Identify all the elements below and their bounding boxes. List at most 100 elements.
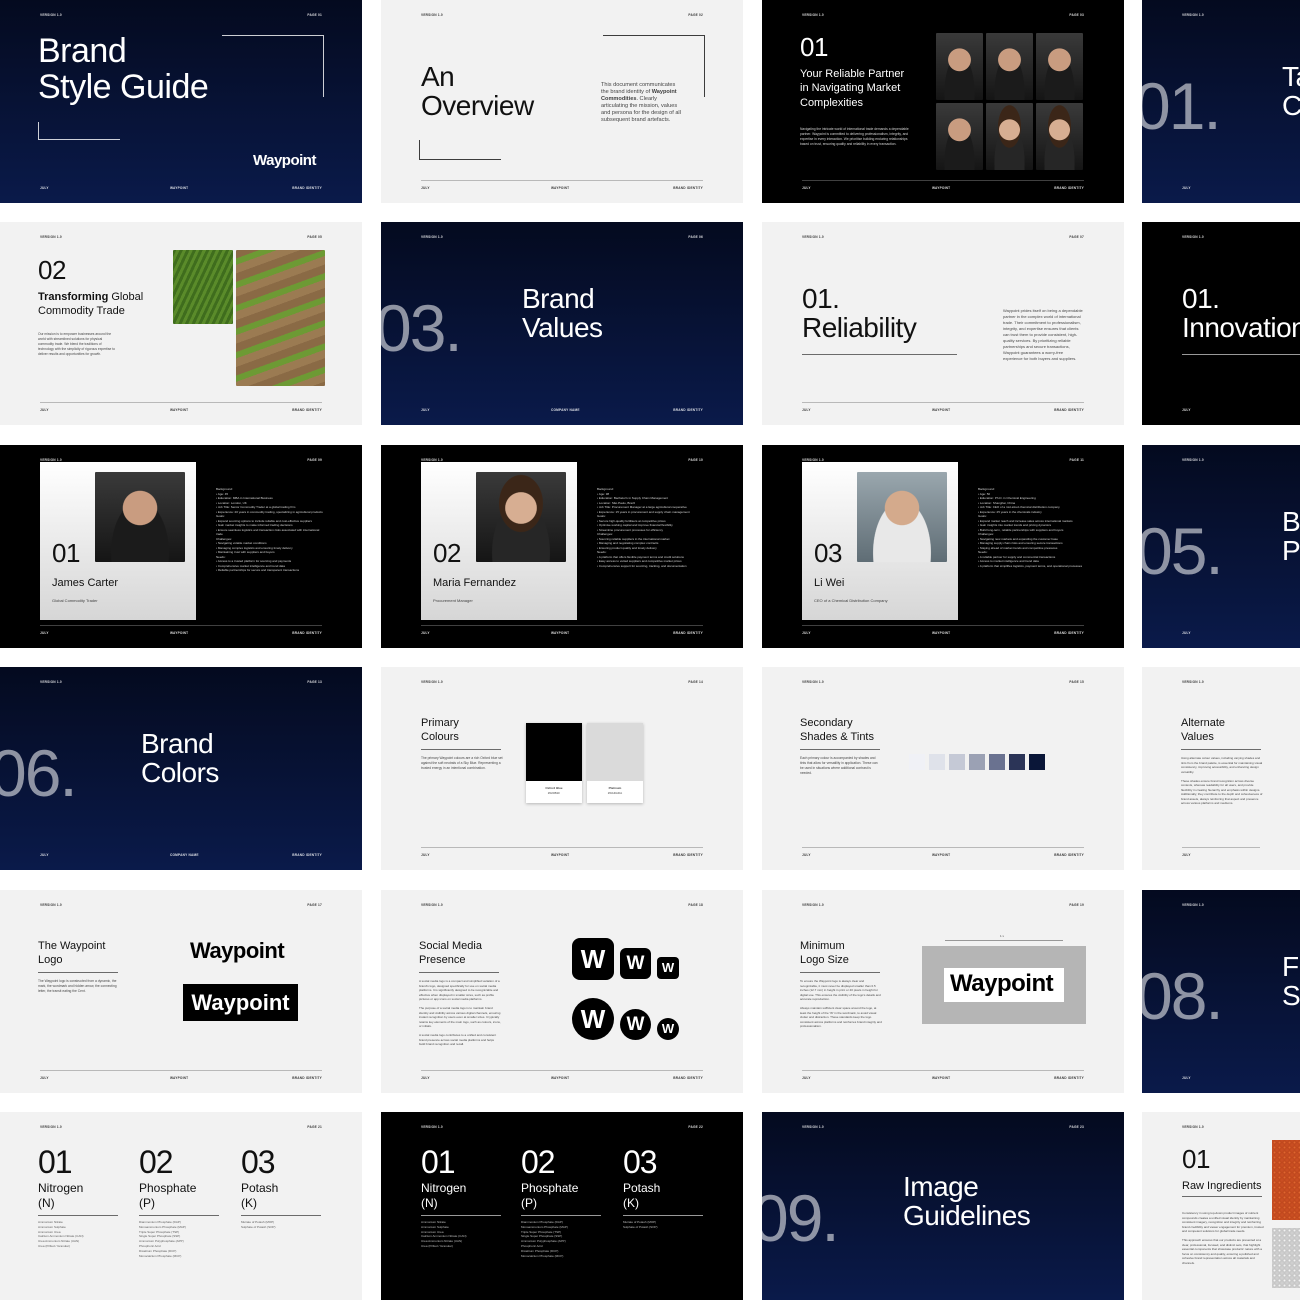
cover-title: Brand Style Guide: [38, 32, 209, 106]
slide-fertilisers-dark[interactable]: VERSION 1.0 PAGE 22 01 Nitrogen (N) Ammo…: [381, 1112, 743, 1300]
section-title: Brand Values: [522, 283, 603, 344]
persona-number: 01: [52, 538, 80, 568]
social-icon-square-small: W: [657, 957, 679, 979]
waypoint-logo: Waypoint: [253, 152, 316, 169]
ingredient-body: Consistency in using top-down product im…: [1182, 1211, 1264, 1265]
swatch-platinum: Platinum #DADADA: [587, 723, 643, 803]
shades-title: Secondary Shades & Tints: [800, 717, 874, 744]
overview-title: An Overview: [421, 61, 534, 122]
persona-photo: [95, 472, 185, 562]
footer-brand: WAYPOINT: [170, 408, 189, 412]
footer-section: BRAND IDENTITY: [1054, 1076, 1084, 1080]
tint-swatch: [949, 754, 965, 770]
footer-brand: WAYPOINT: [170, 186, 189, 190]
section-title: Ta C: [1282, 61, 1300, 122]
section-title: F S: [1282, 951, 1300, 1012]
tint-swatch: [929, 754, 945, 770]
team-photo-3: [1036, 33, 1083, 100]
page-number: PAGE 13: [307, 680, 322, 684]
waypoint-logo-inverse: Waypoint: [183, 984, 298, 1021]
value-title: 01. Innovation: [1182, 283, 1300, 344]
footer-month: JULY: [40, 853, 49, 857]
persona-number: 02: [433, 538, 461, 568]
slide-image-guidelines[interactable]: VERSION 1.0 PAGE 23 09. Image Guidelines: [762, 1112, 1124, 1300]
slide-partial-8[interactable]: VERSION 1.0 01. Innovation JULY: [1142, 222, 1300, 425]
footer-brand: WAYPOINT: [932, 1076, 951, 1080]
style-guide-grid: VERSION 1.0 PAGE 01 Brand Style Guide Wa…: [0, 0, 1300, 1300]
slide-raw-ingredients[interactable]: VERSION 1.0 01 Raw Ingredients Consisten…: [1142, 1112, 1300, 1300]
slide-partial-12[interactable]: VERSION 1.0 05. B P JULY: [1142, 445, 1300, 648]
persona-photo: [476, 472, 566, 562]
tint-swatch: [909, 754, 925, 770]
slide-logo[interactable]: VERSION 1.0 PAGE 17 The Waypoint Logo Th…: [0, 890, 362, 1093]
version-label: VERSION 1.0: [40, 903, 62, 907]
slide-brand-colors[interactable]: VERSION 1.0 PAGE 13 06. Brand Colors JUL…: [0, 667, 362, 870]
colours-title: Primary Colours: [421, 717, 459, 744]
clearspace-dimension: 1 x: [1000, 934, 1005, 938]
footer-section: BRAND IDENTITY: [1054, 853, 1084, 857]
corner-frame-bottom: [38, 122, 120, 140]
version-label: VERSION 1.0: [421, 1125, 443, 1129]
slide-brand-values[interactable]: VERSION 1.0 PAGE 06 03. Brand Values JUL…: [381, 222, 743, 425]
slide-alternate-values[interactable]: VERSION 1.0 Alternate Values Using alter…: [1142, 667, 1300, 870]
slide-overview[interactable]: VERSION 1.0 PAGE 02 An Overview This doc…: [381, 0, 743, 203]
footer-company: COMPANY NAME: [170, 853, 199, 857]
slide-persona-1[interactable]: VERSION 1.0 PAGE 09 01 James Carter Glob…: [0, 445, 362, 648]
slide-reliability[interactable]: VERSION 1.0 PAGE 07 01. Reliability Wayp…: [762, 222, 1124, 425]
footer-brand: WAYPOINT: [932, 408, 951, 412]
tint-swatch: [1029, 754, 1045, 770]
mission-number: 02: [38, 255, 66, 285]
section-title: B P: [1282, 506, 1300, 567]
version-label: VERSION 1.0: [802, 235, 824, 239]
version-label: VERSION 1.0: [802, 903, 824, 907]
team-photo-2: [986, 33, 1033, 100]
page-number: PAGE 15: [1069, 680, 1084, 684]
slide-minimum-logo-size[interactable]: VERSION 1.0 PAGE 19 Minimum Logo Size To…: [762, 890, 1124, 1093]
persona-role: Procurement Manager: [433, 598, 473, 603]
footer-brand: WAYPOINT: [551, 186, 570, 190]
slide-mission[interactable]: VERSION 1.0 PAGE 05 02 Transforming Glob…: [0, 222, 362, 425]
slide-fertilisers-light[interactable]: VERSION 1.0 PAGE 21 01 Nitrogen (N) Ammo…: [0, 1112, 362, 1300]
nutrient-column-p: 02 Phosphate (P) Diammonium Phosphate (D…: [139, 1146, 219, 1258]
team-photo-4: [936, 103, 983, 170]
slide-partial-4[interactable]: VERSION 1.0 01. Ta C JULY: [1142, 0, 1300, 203]
minsize-title: Minimum Logo Size: [800, 940, 849, 967]
nutrient-column-p: 02 Phosphate (P) Diammonium Phosphate (D…: [521, 1146, 601, 1258]
version-label: VERSION 1.0: [802, 680, 824, 684]
section-ghost-number: 08.: [1142, 959, 1224, 1033]
slide-partial-20[interactable]: VERSION 1.0 08. F S JULY: [1142, 890, 1300, 1093]
nutrient-column-k: 03 Potash (K) Muriate of Potash (MOP) Su…: [623, 1146, 703, 1230]
footer-brand: WAYPOINT: [170, 1076, 189, 1080]
footer-month: JULY: [421, 1076, 430, 1080]
slide-social-media[interactable]: VERSION 1.0 PAGE 18 Social Media Presenc…: [381, 890, 743, 1093]
slide-team[interactable]: VERSION 1.0 PAGE 03 01 Your Reliable Par…: [762, 0, 1124, 203]
page-number: PAGE 09: [307, 458, 322, 462]
page-number: PAGE 22: [688, 1125, 703, 1129]
version-label: VERSION 1.0: [40, 680, 62, 684]
fertiliser-pellets-image-white: [1272, 1228, 1300, 1288]
version-label: VERSION 1.0: [40, 235, 62, 239]
slide-secondary-shades[interactable]: VERSION 1.0 PAGE 15 Secondary Shades & T…: [762, 667, 1124, 870]
version-label: VERSION 1.0: [802, 1125, 824, 1129]
team-title: Your Reliable Partner in Navigating Mark…: [800, 68, 905, 109]
slide-cover[interactable]: VERSION 1.0 PAGE 01 Brand Style Guide Wa…: [0, 0, 362, 203]
persona-name: Li Wei: [814, 577, 845, 589]
ingredient-number: 01: [1182, 1144, 1210, 1174]
footer-month: JULY: [1182, 1076, 1191, 1080]
social-title: Social Media Presence: [419, 940, 482, 967]
page-number: PAGE 11: [1069, 458, 1084, 462]
section-ghost-number: 01.: [1142, 69, 1222, 143]
footer-month: JULY: [1182, 853, 1191, 857]
version-label: VERSION 1.0: [421, 13, 443, 17]
footer-section: BRAND IDENTITY: [673, 1076, 703, 1080]
page-number: PAGE 14: [688, 680, 703, 684]
persona-photo: [857, 472, 947, 562]
slide-persona-2[interactable]: VERSION 1.0 PAGE 10 02 Maria Fernandez P…: [381, 445, 743, 648]
field-photo-1: [173, 250, 233, 324]
footer-brand: WAYPOINT: [932, 631, 951, 635]
slide-primary-colours[interactable]: VERSION 1.0 PAGE 14 Primary Colours The …: [381, 667, 743, 870]
team-number: 01: [800, 32, 828, 62]
slide-persona-3[interactable]: VERSION 1.0 PAGE 11 03 Li Wei CEO of a C…: [762, 445, 1124, 648]
persona-details: Background: • Age: 38 • Education: Bache…: [597, 487, 690, 568]
footer-section: BRAND IDENTITY: [292, 408, 322, 412]
